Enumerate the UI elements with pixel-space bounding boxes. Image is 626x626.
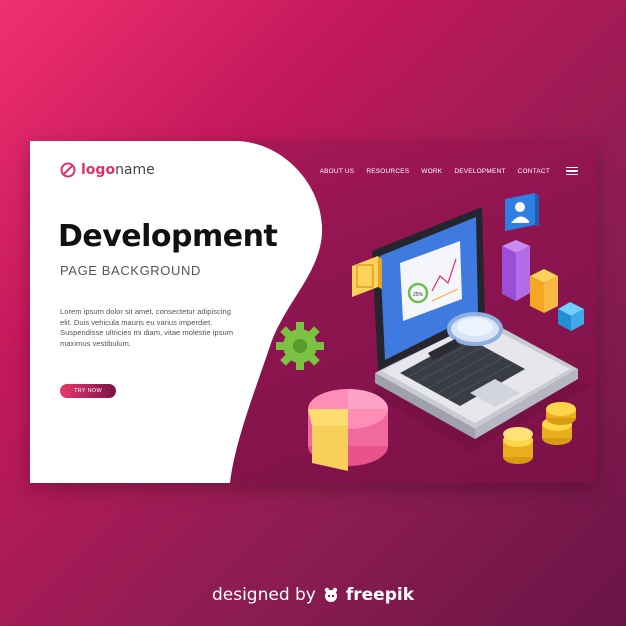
footer-credit: designed by freepik bbox=[0, 585, 626, 605]
freepik-logo-icon bbox=[324, 587, 338, 602]
bar-chart-icon bbox=[502, 240, 584, 331]
isometric-illustration: 25% bbox=[276, 193, 590, 471]
screen-badge: 25% bbox=[413, 292, 424, 298]
designed-by-text: designed by bbox=[211, 585, 316, 605]
landing-card: logoname ABOUT US RESOURCES WORK DEVELOP… bbox=[30, 141, 596, 483]
user-icon bbox=[505, 193, 539, 231]
pie-chart-icon bbox=[308, 389, 388, 471]
freepik-brand[interactable]: freepik bbox=[346, 585, 414, 605]
gear-icon bbox=[276, 322, 324, 370]
